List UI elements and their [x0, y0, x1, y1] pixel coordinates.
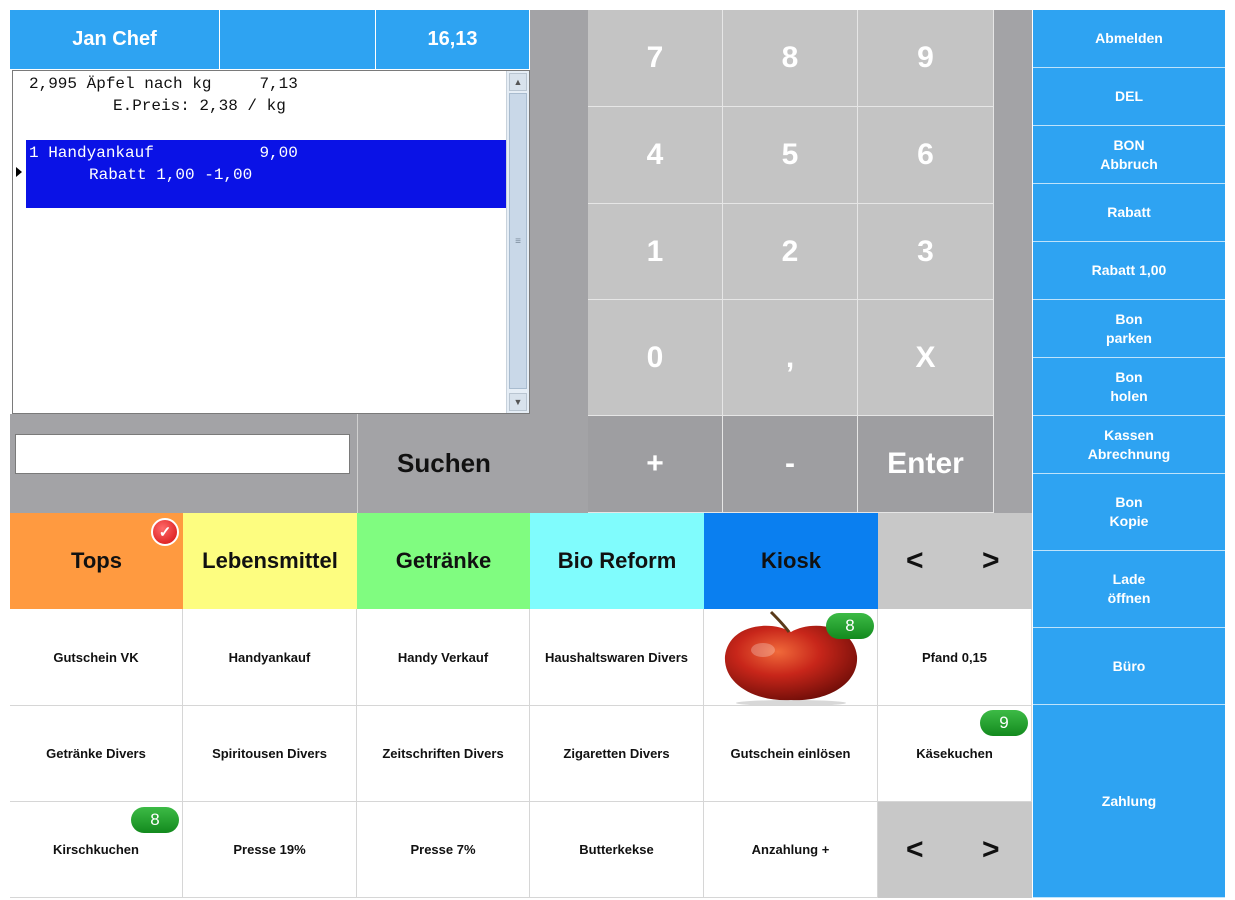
product-handyankauf[interactable]: Handyankauf [183, 609, 357, 706]
scroll-thumb[interactable]: ≡ [509, 93, 527, 389]
category-prev-button[interactable]: < [906, 544, 924, 578]
key-6[interactable]: 6 [858, 107, 994, 204]
row-pointer-icon [16, 167, 22, 177]
check-icon: ✓ [151, 518, 179, 546]
discount-1-button[interactable]: Rabatt 1,00 [1033, 242, 1225, 300]
discount-button[interactable]: Rabatt [1033, 184, 1225, 242]
key-7[interactable]: 7 [588, 10, 723, 107]
receipt-line-2-detail: Rabatt 1,00 -1,00 [89, 166, 253, 184]
key-0[interactable]: 0 [588, 300, 723, 416]
scroll-down-icon[interactable]: ▼ [509, 393, 527, 411]
key-clear[interactable]: X [858, 300, 994, 416]
receipt-line-1-detail: E.Preis: 2,38 / kg [113, 97, 286, 115]
category-getraenke[interactable]: Getränke [357, 513, 530, 609]
receipt-line-2: 1 Handyankauf 9,00 [29, 144, 298, 162]
category-nav: < > [878, 513, 1032, 609]
park-receipt-button[interactable]: Bon parken [1033, 300, 1225, 358]
product-handy-verkauf[interactable]: Handy Verkauf [357, 609, 530, 706]
kirschkuchen-count-badge: 8 [131, 807, 179, 833]
cash-report-button[interactable]: Kassen Abrechnung [1033, 416, 1225, 474]
product-zigaretten-divers[interactable]: Zigaretten Divers [530, 706, 704, 802]
key-9[interactable]: 9 [858, 10, 994, 107]
key-2[interactable]: 2 [723, 204, 858, 300]
category-lebensmittel[interactable]: Lebensmittel [183, 513, 357, 609]
logout-button[interactable]: Abmelden [1033, 10, 1225, 68]
delete-button[interactable]: DEL [1033, 68, 1225, 126]
product-getraenke-divers[interactable]: Getränke Divers [10, 706, 183, 802]
product-presse-19[interactable]: Presse 19% [183, 802, 357, 898]
payment-button[interactable]: Zahlung [1033, 705, 1225, 898]
receipt-list[interactable]: 2,995 Äpfel nach kg 7,13 E.Preis: 2,38 /… [12, 70, 530, 414]
product-zeitschriften-divers[interactable]: Zeitschriften Divers [357, 706, 530, 802]
receipt-line-1[interactable]: 2,995 Äpfel nach kg 7,13 [29, 75, 298, 93]
scroll-up-icon[interactable]: ▲ [509, 73, 527, 91]
product-nav: < > [878, 802, 1032, 898]
key-plus[interactable]: + [588, 416, 723, 513]
receipt-total: 16,13 [376, 10, 530, 69]
open-drawer-button[interactable]: Lade öffnen [1033, 551, 1225, 628]
gray-spacer-right [994, 10, 1032, 513]
key-3[interactable]: 3 [858, 204, 994, 300]
gray-spacer-left [530, 10, 588, 513]
receipt-scrollbar[interactable]: ▲ ≡ ▼ [506, 71, 529, 413]
product-butterkekse[interactable]: Butterkekse [530, 802, 704, 898]
product-spirituosen-divers[interactable]: Spiritousen Divers [183, 706, 357, 802]
category-bio-reform[interactable]: Bio Reform [530, 513, 704, 609]
category-kiosk[interactable]: Kiosk [704, 513, 878, 609]
cashier-name: Jan Chef [10, 10, 220, 69]
key-5[interactable]: 5 [723, 107, 858, 204]
product-haushaltswaren[interactable]: Haushaltswaren Divers [530, 609, 704, 706]
product-presse-7[interactable]: Presse 7% [357, 802, 530, 898]
key-8[interactable]: 8 [723, 10, 858, 107]
search-button[interactable]: Suchen [357, 414, 530, 513]
product-prev-button[interactable]: < [906, 833, 924, 867]
key-minus[interactable]: - [723, 416, 858, 513]
apple-count-badge: 8 [826, 613, 874, 639]
receipt-line-selected[interactable]: 1 Handyankauf 9,00 Rabatt 1,00 -1,00 [26, 140, 506, 208]
product-anzahlung[interactable]: Anzahlung + [704, 802, 878, 898]
key-comma[interactable]: , [723, 300, 858, 416]
product-pfand[interactable]: Pfand 0,15 [878, 609, 1032, 706]
kaesekuchen-count-badge: 9 [980, 710, 1028, 736]
cancel-receipt-button[interactable]: BON Abbruch [1033, 126, 1225, 184]
key-1[interactable]: 1 [588, 204, 723, 300]
product-gutschein-vk[interactable]: Gutschein VK [10, 609, 183, 706]
key-enter[interactable]: Enter [858, 416, 994, 513]
key-4[interactable]: 4 [588, 107, 723, 204]
product-next-button[interactable]: > [982, 833, 1000, 867]
copy-receipt-button[interactable]: Bon Kopie [1033, 474, 1225, 551]
search-input[interactable] [15, 434, 350, 474]
office-button[interactable]: Büro [1033, 628, 1225, 705]
fetch-receipt-button[interactable]: Bon holen [1033, 358, 1225, 416]
header-spacer [220, 10, 376, 69]
category-next-button[interactable]: > [982, 544, 1000, 578]
product-gutschein-einloesen[interactable]: Gutschein einlösen [704, 706, 878, 802]
